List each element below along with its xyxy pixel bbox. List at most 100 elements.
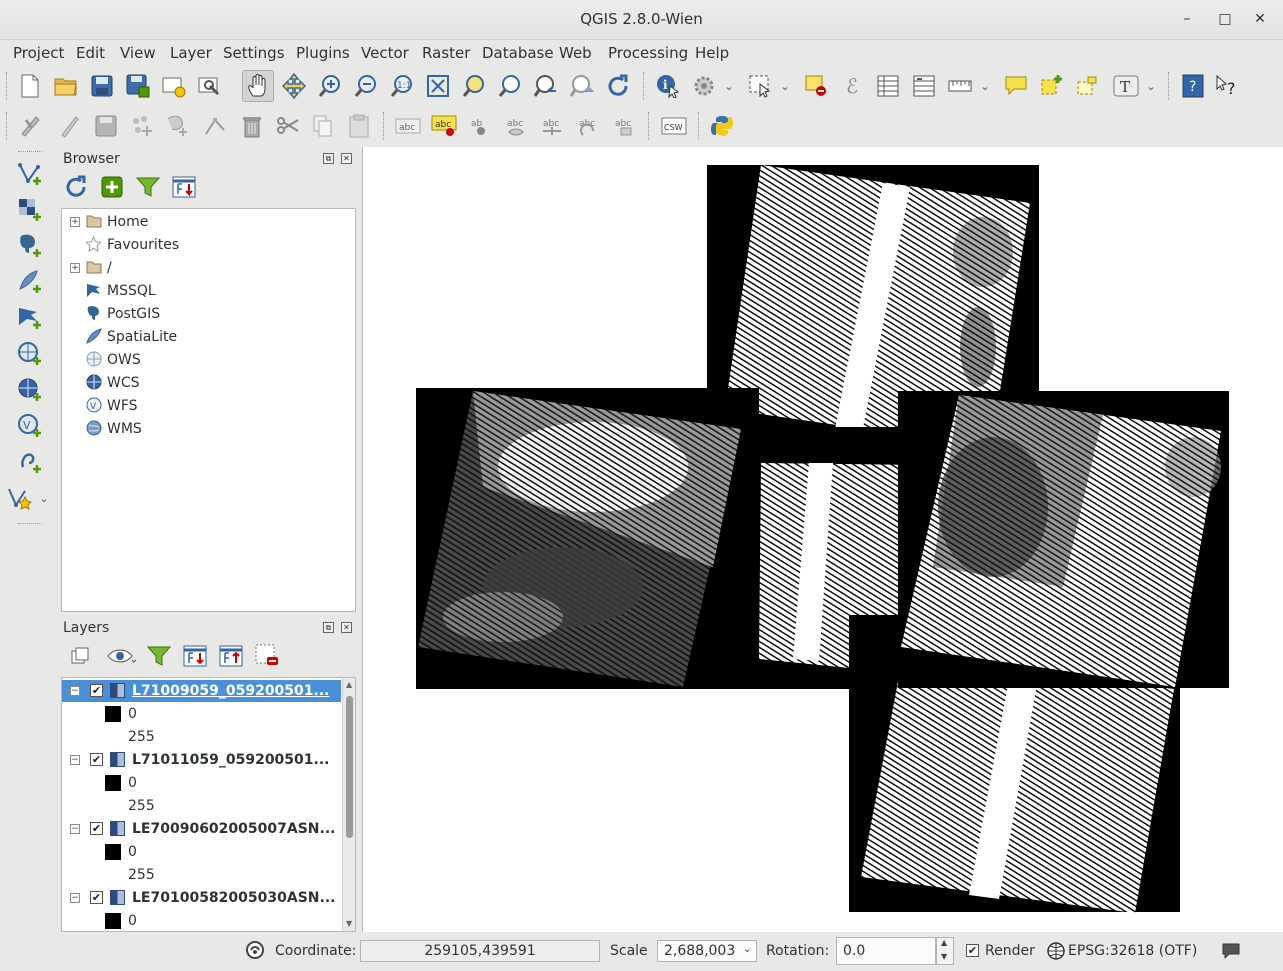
- expand-all-layers-icon[interactable]: [182, 643, 208, 669]
- zoom-next-icon[interactable]: [569, 73, 595, 99]
- zoom-actual-size-icon[interactable]: 1:1: [389, 73, 415, 99]
- chevron-down-icon[interactable]: ⌄: [36, 485, 52, 511]
- label-rotate-icon[interactable]: abc: [539, 113, 565, 139]
- refresh-icon[interactable]: [605, 73, 631, 99]
- menu-edit[interactable]: Edit: [76, 44, 105, 62]
- menu-settings[interactable]: Settings: [223, 44, 285, 62]
- menu-database[interactable]: Database: [482, 44, 554, 62]
- crs-label[interactable]: EPSG:32618 (OTF): [1068, 943, 1197, 959]
- minimize-button[interactable]: –: [1176, 8, 1198, 30]
- toggle-editing-icon[interactable]: [17, 113, 43, 139]
- zoom-full-icon[interactable]: [425, 73, 451, 99]
- run-action-icon[interactable]: [691, 73, 717, 99]
- browser-item-postgis[interactable]: PostGIS: [62, 303, 355, 325]
- zoom-to-selection-icon[interactable]: [461, 73, 487, 99]
- label-show-hide-icon[interactable]: ab: [467, 113, 493, 139]
- label-tool-icon[interactable]: abc: [395, 113, 421, 139]
- layer-visibility-checkbox[interactable]: ✔: [90, 684, 103, 697]
- move-feature-icon[interactable]: [165, 113, 191, 139]
- layer-visibility-checkbox[interactable]: ✔: [90, 822, 103, 835]
- scroll-down-icon[interactable]: ▼: [346, 919, 352, 928]
- select-features-icon[interactable]: [747, 73, 773, 99]
- layer-name[interactable]: LE70090602005007ASN...: [132, 821, 335, 837]
- zoom-in-icon[interactable]: [317, 73, 343, 99]
- collapse-all-layers-icon[interactable]: [218, 643, 244, 669]
- chevron-down-icon[interactable]: ⌄: [721, 73, 737, 99]
- new-print-composer-icon[interactable]: [161, 73, 187, 99]
- collapse-icon[interactable]: −: [70, 893, 80, 903]
- float-panel-icon[interactable]: ⧉: [323, 622, 334, 633]
- scale-combobox[interactable]: 2,688,003 ⌄: [657, 940, 757, 962]
- help-contents-icon[interactable]: ?: [1180, 73, 1206, 99]
- expand-icon[interactable]: +: [70, 263, 80, 273]
- attribute-table-icon[interactable]: [875, 73, 901, 99]
- expand-all-icon[interactable]: [67, 643, 93, 669]
- menu-vector[interactable]: Vector: [361, 44, 409, 62]
- new-project-icon[interactable]: [17, 73, 43, 99]
- menu-help[interactable]: Help: [695, 44, 729, 62]
- zoom-out-icon[interactable]: [353, 73, 379, 99]
- paste-features-icon[interactable]: [346, 113, 372, 139]
- browser-item-mssql[interactable]: MSSQL: [62, 280, 355, 302]
- new-shapefile-layer-icon[interactable]: [7, 485, 33, 511]
- new-bookmark-icon[interactable]: [1039, 73, 1065, 99]
- remove-layer-icon[interactable]: [254, 643, 280, 669]
- refresh-icon[interactable]: [63, 174, 89, 200]
- layer-row[interactable]: − ✔ L71009059_059200501...: [62, 680, 341, 702]
- add-selected-layers-icon[interactable]: [99, 174, 125, 200]
- projection-globe-icon[interactable]: [1047, 942, 1065, 960]
- menu-project[interactable]: Project: [13, 44, 64, 62]
- menu-layer[interactable]: Layer: [170, 44, 212, 62]
- layer-row[interactable]: − ✔ LE70100582005030ASN...: [62, 887, 355, 909]
- layer-row[interactable]: − ✔ L71011059_059200501...: [62, 749, 355, 771]
- browser-item-home[interactable]: + Home: [62, 211, 355, 233]
- rotation-input[interactable]: 0.0: [836, 937, 936, 965]
- spin-up-icon[interactable]: ▲: [941, 938, 947, 947]
- layer-name[interactable]: L71009059_059200501...: [132, 683, 329, 699]
- maximize-button[interactable]: □: [1214, 8, 1236, 30]
- current-edits-icon[interactable]: [57, 113, 83, 139]
- render-checkbox[interactable]: ✔: [966, 944, 979, 957]
- visibility-icon[interactable]: [103, 643, 139, 669]
- cut-features-icon[interactable]: [275, 113, 301, 139]
- add-wfs-layer-icon[interactable]: V: [17, 413, 43, 439]
- add-postgis-layer-icon[interactable]: [17, 233, 43, 259]
- chevron-down-icon[interactable]: ⌄: [777, 73, 793, 99]
- collapse-all-icon[interactable]: [171, 174, 197, 200]
- expand-icon[interactable]: +: [70, 217, 80, 227]
- close-panel-icon[interactable]: ✕: [341, 622, 352, 633]
- identify-icon[interactable]: i: [655, 73, 681, 99]
- float-panel-icon[interactable]: ⧉: [323, 153, 334, 164]
- close-panel-icon[interactable]: ✕: [341, 153, 352, 164]
- spin-down-icon[interactable]: ▼: [941, 952, 947, 961]
- coordinate-field[interactable]: 259105,439591: [360, 940, 600, 962]
- field-calculator-icon[interactable]: ℰ: [839, 73, 865, 99]
- add-delimited-text-layer-icon[interactable]: [17, 449, 43, 475]
- coordinate-toggle-icon[interactable]: [245, 940, 265, 960]
- label-pin-icon[interactable]: abc: [431, 113, 457, 139]
- browser-item-spatialite[interactable]: SpatiaLite: [62, 326, 355, 348]
- label-move-icon[interactable]: abc: [503, 113, 529, 139]
- copy-features-icon[interactable]: [310, 113, 336, 139]
- menu-web[interactable]: Web: [559, 44, 592, 62]
- statistics-icon[interactable]: [911, 73, 937, 99]
- save-edits-icon[interactable]: [93, 113, 119, 139]
- layer-visibility-checkbox[interactable]: ✔: [90, 891, 103, 904]
- browser-item-favourites[interactable]: Favourites: [62, 234, 355, 256]
- layer-name[interactable]: L71011059_059200501...: [132, 752, 329, 768]
- delete-selected-icon[interactable]: [239, 113, 265, 139]
- collapse-icon[interactable]: −: [70, 755, 80, 765]
- browser-item-wfs[interactable]: V WFS: [62, 395, 355, 417]
- layer-name[interactable]: LE70100582005030ASN...: [132, 890, 335, 906]
- browser-item-wcs[interactable]: WCS: [62, 372, 355, 394]
- zoom-last-icon[interactable]: [533, 73, 559, 99]
- browser-item-wms[interactable]: WMS: [62, 418, 355, 440]
- whats-this-icon[interactable]: ?: [1215, 73, 1241, 99]
- label-change-icon[interactable]: abc: [575, 113, 601, 139]
- add-feature-icon[interactable]: [129, 113, 155, 139]
- deselect-icon[interactable]: [803, 73, 829, 99]
- text-annotation-icon[interactable]: [1075, 73, 1101, 99]
- scroll-up-icon[interactable]: ▲: [346, 680, 352, 689]
- collapse-icon[interactable]: −: [70, 824, 80, 834]
- messages-icon[interactable]: [1221, 942, 1241, 960]
